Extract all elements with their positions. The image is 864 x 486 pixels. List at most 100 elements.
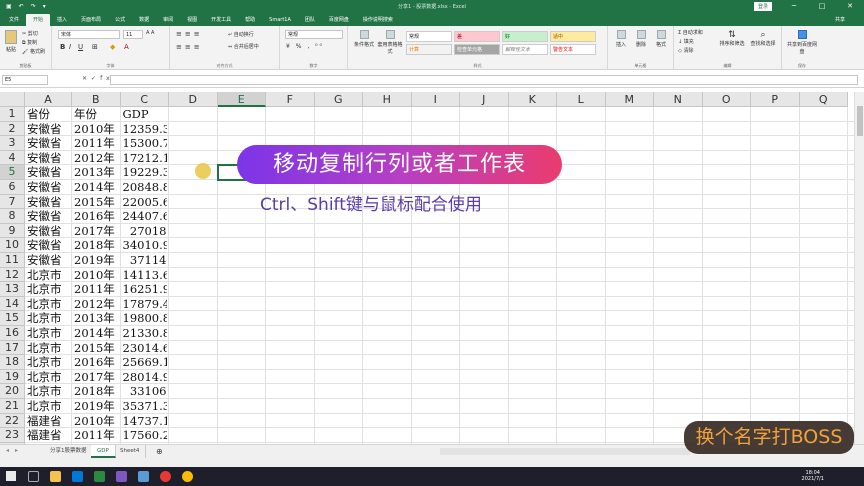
sort-filter-button[interactable]: ⇅ 排序和筛选 bbox=[718, 30, 746, 47]
style-explanatory[interactable]: 解释性文本 bbox=[502, 44, 548, 55]
column-header-b[interactable]: B bbox=[72, 92, 121, 107]
row-header-3[interactable]: 3 bbox=[0, 136, 25, 151]
cell-c14[interactable]: 17879.4 bbox=[123, 297, 167, 312]
copy-button[interactable]: ⧉ 复制 bbox=[22, 39, 37, 46]
fill-button[interactable]: ↓ 填充 bbox=[678, 38, 694, 45]
cell-c2[interactable]: 12359.3 bbox=[123, 122, 167, 137]
cell-a18[interactable]: 北京市 bbox=[27, 355, 73, 370]
cell-a2[interactable]: 安徽省 bbox=[27, 122, 73, 137]
cancel-icon[interactable]: ✕ bbox=[82, 75, 91, 82]
row-header-8[interactable]: 8 bbox=[0, 209, 25, 224]
column-header-o[interactable]: O bbox=[702, 92, 751, 107]
cell-c13[interactable]: 16251.9 bbox=[123, 282, 167, 297]
cell-a10[interactable]: 安徽省 bbox=[27, 238, 73, 253]
share-button[interactable]: 共享 bbox=[828, 14, 852, 26]
cell-c21[interactable]: 35371.3 bbox=[123, 399, 167, 414]
cell-c16[interactable]: 21330.8 bbox=[123, 326, 167, 341]
cell-c12[interactable]: 14113.6 bbox=[123, 268, 167, 283]
font-size-select[interactable]: 11 bbox=[123, 30, 143, 39]
tab-home[interactable]: 开始 bbox=[26, 14, 51, 26]
cell-a23[interactable]: 福建省 bbox=[27, 428, 73, 443]
bold-icon[interactable]: B bbox=[60, 43, 65, 51]
horizontal-scrollbar[interactable] bbox=[440, 448, 690, 455]
number-format-select[interactable]: 常规 bbox=[285, 30, 343, 39]
cell-a17[interactable]: 北京市 bbox=[27, 341, 73, 356]
row-header-4[interactable]: 4 bbox=[0, 150, 25, 166]
font-name-select[interactable]: 宋体 bbox=[58, 30, 120, 39]
tab-help[interactable]: 帮助 bbox=[238, 14, 262, 26]
currency-icon[interactable]: ¥ % ‚ ⁰⁰ bbox=[286, 43, 324, 50]
style-normal[interactable]: 常规 bbox=[406, 31, 452, 42]
cell-a4[interactable]: 安徽省 bbox=[27, 151, 73, 166]
row-header-15[interactable]: 15 bbox=[0, 311, 25, 326]
file-explorer-icon[interactable] bbox=[50, 471, 61, 482]
browser-icon[interactable] bbox=[160, 471, 171, 482]
cell-b11[interactable]: 2019年 bbox=[74, 253, 120, 268]
cell-c23[interactable]: 17560.2 bbox=[123, 428, 167, 443]
minimize-icon[interactable]: ─ bbox=[780, 0, 808, 13]
baidu-share-button[interactable]: 共享到百度网盘 bbox=[785, 30, 819, 55]
row-header-17[interactable]: 17 bbox=[0, 340, 25, 356]
row-header-2[interactable]: 2 bbox=[0, 121, 25, 137]
cell-c9[interactable]: 27018 bbox=[123, 224, 167, 239]
cell-c15[interactable]: 19800.8 bbox=[123, 311, 167, 326]
cell-b22[interactable]: 2010年 bbox=[74, 414, 120, 429]
cell-a12[interactable]: 北京市 bbox=[27, 268, 73, 283]
cell-a8[interactable]: 安徽省 bbox=[27, 209, 73, 224]
merge-center-button[interactable]: ⇔ 合并后居中 bbox=[228, 43, 259, 50]
cell-c19[interactable]: 28014.9 bbox=[123, 370, 167, 385]
tab-insert[interactable]: 插入 bbox=[50, 14, 74, 26]
cell-a15[interactable]: 北京市 bbox=[27, 311, 73, 326]
cell-b18[interactable]: 2016年 bbox=[74, 355, 120, 370]
column-header-f[interactable]: F bbox=[266, 92, 315, 107]
tab-view[interactable]: 视图 bbox=[180, 14, 204, 26]
cell-b10[interactable]: 2018年 bbox=[74, 238, 120, 253]
cell-a22[interactable]: 福建省 bbox=[27, 414, 73, 429]
mail-icon[interactable] bbox=[72, 471, 83, 482]
align-top-icon[interactable]: ≡≡≡ bbox=[176, 30, 203, 38]
cell-b8[interactable]: 2016年 bbox=[74, 209, 120, 224]
row-header-21[interactable]: 21 bbox=[0, 399, 25, 414]
insert-cells-button[interactable]: 插入 bbox=[612, 30, 630, 48]
cell-a5[interactable]: 安徽省 bbox=[27, 165, 73, 180]
vertical-scrollbar[interactable] bbox=[854, 92, 864, 444]
row-header-9[interactable]: 9 bbox=[0, 223, 25, 239]
cell-c3[interactable]: 15300.7 bbox=[123, 136, 167, 151]
style-bad[interactable]: 差 bbox=[454, 31, 500, 42]
scroll-thumb[interactable] bbox=[857, 106, 863, 136]
cell-b5[interactable]: 2013年 bbox=[74, 165, 120, 180]
column-header-q[interactable]: Q bbox=[799, 92, 848, 107]
cell-b17[interactable]: 2015年 bbox=[74, 341, 120, 356]
row-header-1[interactable]: 1 bbox=[0, 107, 25, 122]
row-header-19[interactable]: 19 bbox=[0, 369, 25, 385]
tell-me-search[interactable]: 操作说明搜索 bbox=[356, 14, 400, 26]
sheet-nav-arrows[interactable]: ◂▸ bbox=[6, 447, 24, 454]
cell-b12[interactable]: 2010年 bbox=[74, 268, 120, 283]
format-cells-button[interactable]: 格式 bbox=[652, 30, 670, 48]
underline-icon[interactable]: U bbox=[78, 43, 83, 51]
row-header-6[interactable]: 6 bbox=[0, 180, 25, 195]
cell-a20[interactable]: 北京市 bbox=[27, 384, 73, 399]
cell-b21[interactable]: 2019年 bbox=[74, 399, 120, 414]
cell-b20[interactable]: 2018年 bbox=[74, 384, 120, 399]
conditional-format-button[interactable]: 条件格式 bbox=[351, 30, 377, 48]
windows-start-icon[interactable] bbox=[6, 471, 16, 481]
style-good[interactable]: 好 bbox=[502, 31, 548, 42]
row-header-13[interactable]: 13 bbox=[0, 282, 25, 297]
row-header-20[interactable]: 20 bbox=[0, 384, 25, 399]
cell-a13[interactable]: 北京市 bbox=[27, 282, 73, 297]
row-header-12[interactable]: 12 bbox=[0, 267, 25, 283]
row-header-22[interactable]: 22 bbox=[0, 413, 25, 429]
column-header-e[interactable]: E bbox=[217, 92, 266, 107]
add-sheet-icon[interactable]: ⊕ bbox=[150, 445, 169, 458]
cell-b7[interactable]: 2015年 bbox=[74, 195, 120, 210]
tab-formulas[interactable]: 公式 bbox=[108, 14, 132, 26]
row-header-5[interactable]: 5 bbox=[0, 165, 25, 180]
column-header-l[interactable]: L bbox=[557, 92, 606, 107]
autosum-button[interactable]: Σ 自动求和 bbox=[678, 29, 703, 36]
cell-c10[interactable]: 34010.9 bbox=[123, 238, 167, 253]
tab-file[interactable]: 文件 bbox=[2, 14, 26, 26]
cell-c5[interactable]: 19229.3 bbox=[123, 165, 167, 180]
tab-data[interactable]: 数据 bbox=[132, 14, 156, 26]
cell-a14[interactable]: 北京市 bbox=[27, 297, 73, 312]
